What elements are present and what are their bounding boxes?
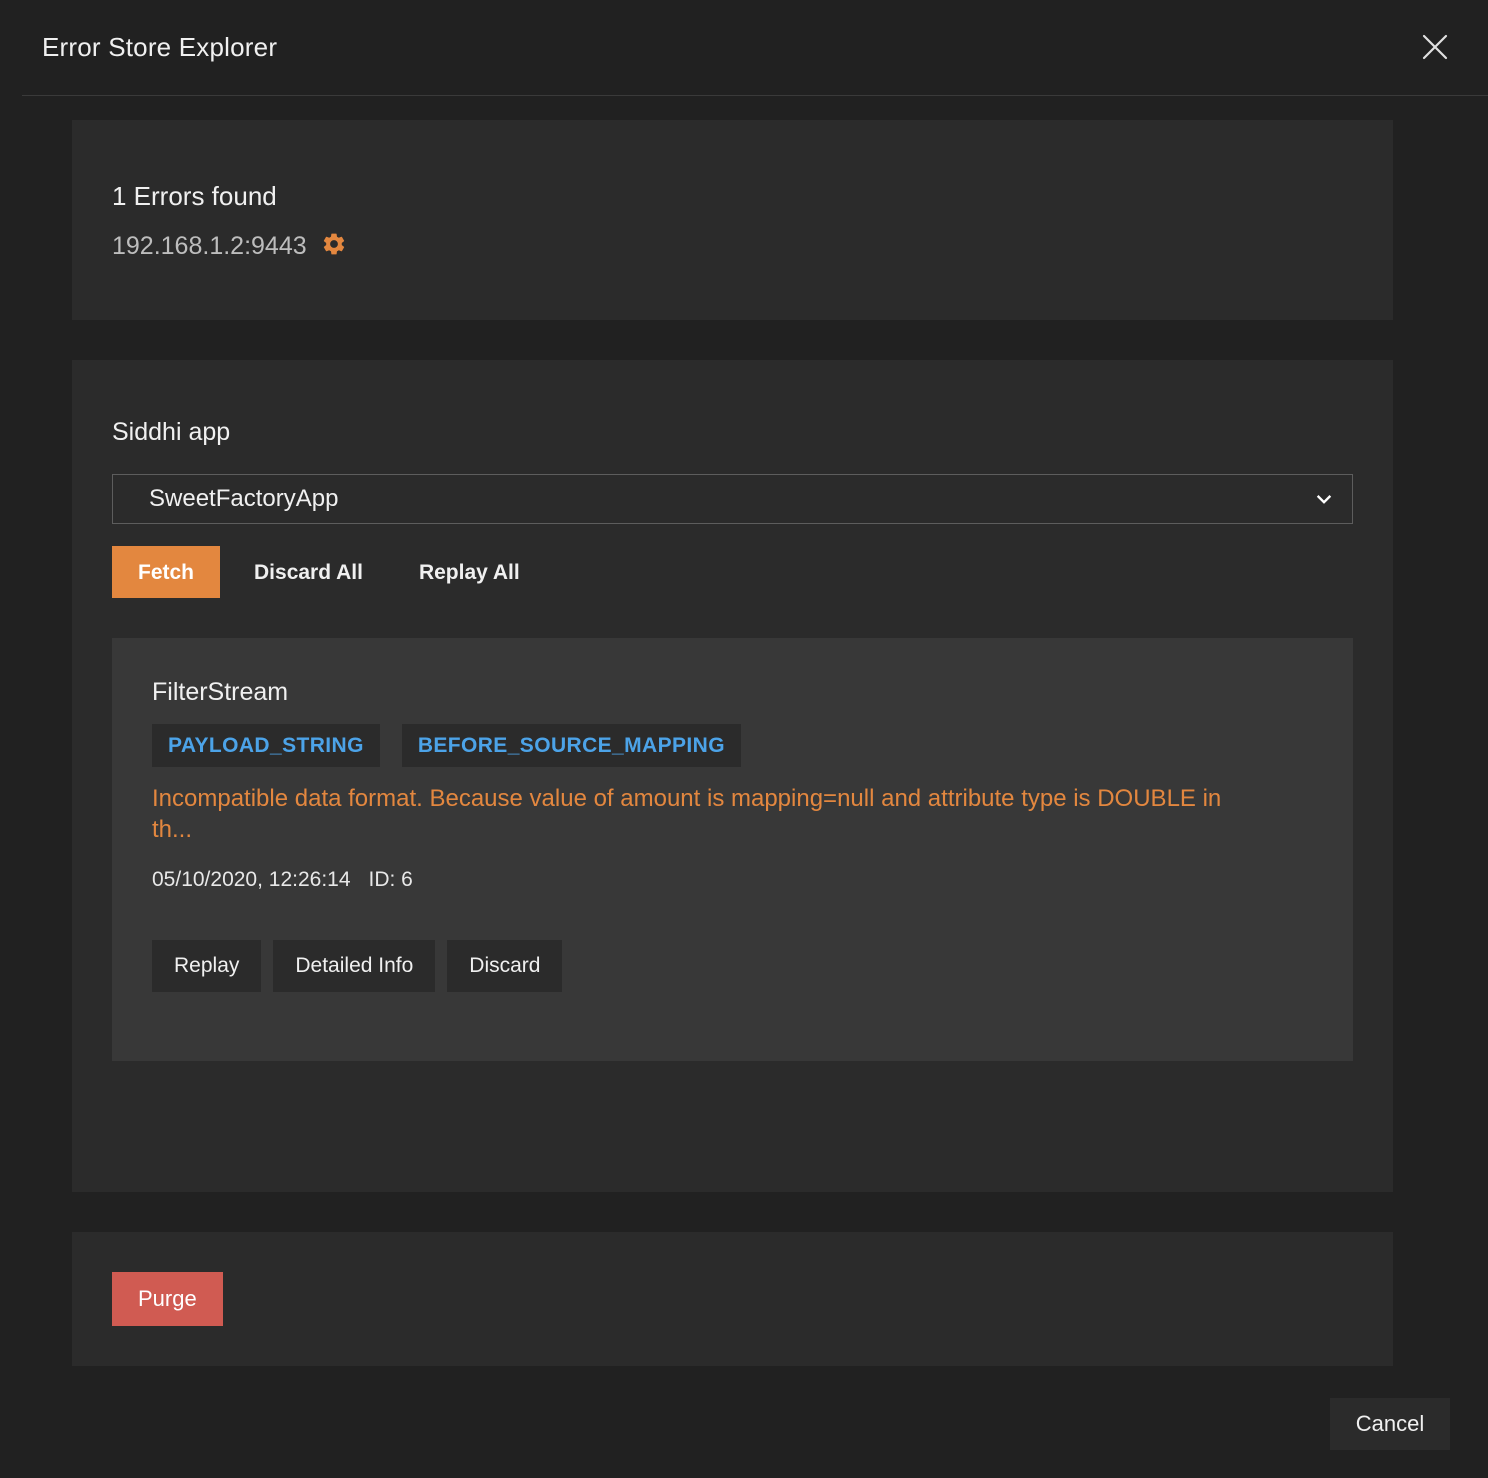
purge-panel: Purge — [72, 1232, 1393, 1366]
host-row: 192.168.1.2:9443 — [112, 230, 347, 262]
error-timestamp: 05/10/2020, 12:26:14 — [152, 868, 351, 891]
bulk-actions-row: Fetch Discard All Replay All — [112, 546, 542, 598]
cancel-button[interactable]: Cancel — [1330, 1398, 1450, 1450]
siddhi-app-panel: Siddhi app SweetFactoryApp Fetch Discard… — [72, 360, 1393, 1192]
error-message: Incompatible data format. Because value … — [152, 785, 1222, 843]
replay-button[interactable]: Replay — [152, 940, 262, 992]
error-tag-before-source-mapping[interactable]: BEFORE_SOURCE_MAPPING — [401, 724, 741, 767]
siddhi-app-label: Siddhi app — [112, 418, 231, 446]
error-store-explorer-dialog: Error Store Explorer 1 Errors found 192.… — [0, 0, 1488, 1478]
error-card-actions: Replay Detailed Info Discard — [152, 940, 563, 992]
close-icon[interactable] — [1414, 26, 1456, 68]
dialog-header: Error Store Explorer — [0, 0, 1488, 96]
error-id: ID: 6 — [368, 868, 413, 891]
summary-panel: 1 Errors found 192.168.1.2:9443 — [72, 120, 1393, 320]
siddhi-app-selected-value: SweetFactoryApp — [149, 485, 339, 512]
error-tag-list: PAYLOAD_STRING BEFORE_SOURCE_MAPPING — [152, 724, 741, 767]
stream-name: FilterStream — [152, 678, 289, 706]
detailed-info-button[interactable]: Detailed Info — [273, 940, 436, 992]
header-divider — [22, 95, 1488, 96]
error-entry-card: FilterStream PAYLOAD_STRING BEFORE_SOURC… — [112, 638, 1353, 1061]
discard-all-button[interactable]: Discard All — [232, 546, 385, 598]
page-title: Error Store Explorer — [42, 32, 278, 62]
siddhi-app-select[interactable]: SweetFactoryApp — [112, 474, 1353, 524]
fetch-button[interactable]: Fetch — [112, 546, 221, 598]
error-meta: 05/10/2020, 12:26:14 ID: 6 — [152, 866, 431, 894]
chevron-down-icon — [1312, 487, 1336, 511]
errors-found-count: 1 Errors found — [112, 181, 277, 211]
discard-button[interactable]: Discard — [447, 940, 563, 992]
host-address: 192.168.1.2:9443 — [112, 232, 307, 260]
gear-icon[interactable] — [321, 231, 347, 262]
replay-all-button[interactable]: Replay All — [397, 546, 542, 598]
purge-button[interactable]: Purge — [112, 1272, 223, 1326]
error-tag-payload-string[interactable]: PAYLOAD_STRING — [152, 724, 380, 767]
